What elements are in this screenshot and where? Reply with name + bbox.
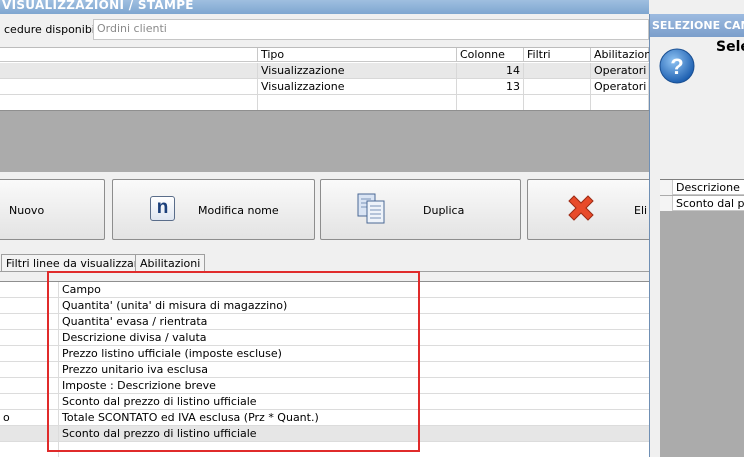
dialog-grid-row[interactable]: Sconto dal prezzo	[660, 196, 744, 211]
row-name-cell[interactable]	[0, 63, 258, 79]
row-abilitazioni-cell[interactable]: Operatori	[591, 63, 649, 79]
table-row[interactable]: Imposte : Descrizione breve	[0, 378, 649, 394]
row-name-cell[interactable]	[0, 79, 258, 95]
question-icon: ?	[658, 47, 696, 88]
title-bar: VISUALIZZAZIONI / STAMPE	[0, 0, 649, 14]
row-campo-cell[interactable]: Totale SCONTATO ed IVA esclusa (Prz * Qu…	[59, 410, 649, 426]
row-filtri-cell[interactable]	[524, 79, 591, 95]
dialog-grid-header-label: Descrizione	[676, 181, 740, 194]
column-header-tipo[interactable]: Tipo	[258, 48, 457, 62]
dialog-grid-row-label: Sconto dal prezzo	[676, 197, 744, 210]
row-campo-cell[interactable]: Quantita' evasa / rientrata	[59, 314, 649, 330]
row-colonne-cell[interactable]: 13	[457, 79, 524, 95]
row-selector[interactable]	[660, 196, 673, 211]
empty-cell	[0, 95, 258, 111]
empty-cell	[457, 95, 524, 111]
dialog-heading: Sele	[716, 39, 744, 55]
row-campo-cell[interactable]: Prezzo unitario iva esclusa	[59, 362, 649, 378]
modifica-nome-button[interactable]: n Modifica nome	[112, 179, 315, 240]
row-left-cell[interactable]	[0, 298, 59, 314]
row-filtri-cell[interactable]	[524, 63, 591, 79]
table-empty-area	[0, 110, 649, 172]
row-left-cell[interactable]	[0, 426, 59, 442]
row-campo-cell[interactable]: Imposte : Descrizione breve	[59, 378, 649, 394]
row-colonne-cell[interactable]: 14	[457, 63, 524, 79]
row-campo-cell[interactable]: Quantita' (unita' di misura di magazzino…	[59, 298, 649, 314]
elimina-label: Eli	[634, 204, 648, 217]
row-tipo-cell[interactable]: Visualizzazione	[258, 63, 457, 79]
column-header-colonne[interactable]: Colonne	[457, 48, 524, 62]
fields-table-header: Campo	[0, 282, 649, 298]
column-header-filtri[interactable]: Filtri	[524, 48, 591, 62]
empty-cell	[258, 95, 457, 111]
row-campo-cell[interactable]: Sconto dal prezzo di listino ufficiale	[59, 426, 649, 442]
row-selector-header	[660, 180, 673, 195]
table-row-empty	[0, 442, 649, 457]
row-abilitazioni-cell[interactable]: Operatori	[591, 79, 649, 95]
dialog-grid: Descrizione Sconto dal prezzo	[660, 179, 744, 457]
column-header-left[interactable]	[0, 282, 59, 298]
empty-cell	[524, 95, 591, 111]
row-left-cell[interactable]	[0, 362, 59, 378]
dialog-title: SELEZIONE CAMPI	[650, 14, 744, 37]
column-header-abilitazioni[interactable]: Abilitazioni	[591, 48, 654, 62]
row-tipo-cell[interactable]: Visualizzazione	[258, 79, 457, 95]
window-title: VISUALIZZAZIONI / STAMPE	[2, 0, 194, 12]
tab-abilitazioni[interactable]: Abilitazioni	[135, 254, 206, 271]
tab-divider	[0, 271, 649, 272]
table-row[interactable]: Sconto dal prezzo di listino ufficiale	[0, 394, 649, 410]
column-header-campo[interactable]: Campo	[59, 282, 649, 298]
empty-cell	[59, 442, 649, 457]
table-row-selected[interactable]: Sconto dal prezzo di listino ufficiale	[0, 426, 649, 442]
red-x-icon	[566, 194, 596, 227]
copy-pages-icon	[357, 193, 387, 228]
row-left-cell[interactable]: o	[0, 410, 59, 426]
empty-cell	[591, 95, 649, 111]
duplica-label: Duplica	[423, 204, 465, 217]
empty-cell	[0, 442, 59, 457]
table-row[interactable]: o Totale SCONTATO ed IVA esclusa (Prz * …	[0, 410, 649, 426]
nuovo-button[interactable]: Nuovo	[0, 179, 105, 240]
row-left-cell[interactable]	[0, 394, 59, 410]
table-row[interactable]: Quantita' (unita' di misura di magazzino…	[0, 298, 649, 314]
dialog-grid-header[interactable]: Descrizione	[660, 180, 744, 195]
row-left-cell[interactable]	[0, 346, 59, 362]
duplica-button[interactable]: Duplica	[320, 179, 521, 240]
svg-text:?: ?	[670, 54, 683, 79]
layouts-table: Tipo Colonne Filtri Abilitazioni Visuali…	[0, 47, 654, 111]
table-row[interactable]: Quantita' evasa / rientrata	[0, 314, 649, 330]
tab-filtri-linee[interactable]: Filtri linee da visualizzare	[1, 254, 150, 271]
table-row[interactable]: Prezzo unitario iva esclusa	[0, 362, 649, 378]
selezione-campi-dialog: SELEZIONE CAMPI ? Sele Descrizione Scont…	[649, 14, 744, 457]
row-left-cell[interactable]	[0, 378, 59, 394]
main-window: VISUALIZZAZIONI / STAMPE cedure disponib…	[0, 0, 657, 457]
row-left-cell[interactable]	[0, 314, 59, 330]
table-row[interactable]: Prezzo listino ufficiale (imposte esclus…	[0, 346, 649, 362]
row-campo-cell[interactable]: Prezzo listino ufficiale (imposte esclus…	[59, 346, 649, 362]
row-campo-cell[interactable]: Sconto dal prezzo di listino ufficiale	[59, 394, 649, 410]
row-left-cell[interactable]	[0, 330, 59, 346]
nuovo-label: Nuovo	[9, 204, 45, 217]
rename-icon-glyph: n	[156, 197, 169, 218]
procedures-field[interactable]: Ordini clienti	[93, 19, 649, 40]
elimina-button[interactable]: Eli	[527, 179, 657, 240]
column-header-name[interactable]	[0, 48, 258, 62]
fields-table: Campo Quantita' (unita' di misura di mag…	[0, 281, 649, 457]
table-row[interactable]: Descrizione divisa / valuta	[0, 330, 649, 346]
modifica-nome-label: Modifica nome	[198, 204, 279, 217]
row-campo-cell[interactable]: Descrizione divisa / valuta	[59, 330, 649, 346]
rename-icon: n	[150, 196, 175, 221]
